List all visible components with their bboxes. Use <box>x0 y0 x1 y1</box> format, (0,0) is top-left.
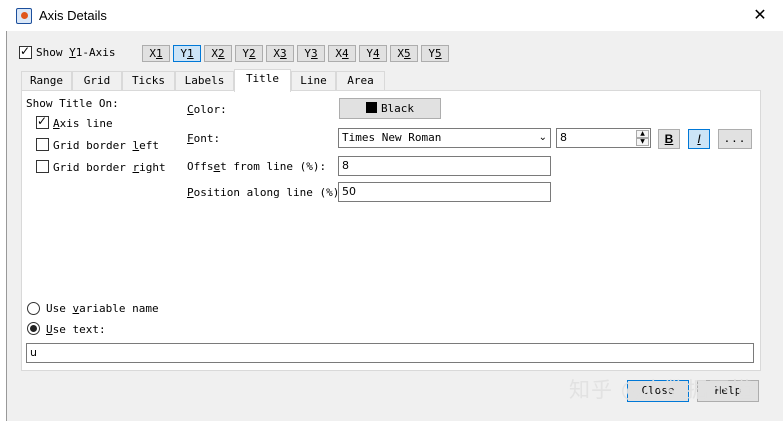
tab-range[interactable]: Range <box>21 71 72 90</box>
window-title: Axis Details <box>39 8 107 23</box>
axis-button-x2[interactable]: X2 <box>204 45 232 62</box>
grid-border-left-checkbox[interactable] <box>36 138 49 151</box>
grid-border-left-label: Grid border left <box>53 139 159 152</box>
italic-button[interactable]: I <box>688 129 710 149</box>
title-text-input[interactable]: u <box>26 343 754 363</box>
font-more-button[interactable]: ... <box>718 129 752 149</box>
font-family-value: Times New Roman <box>342 131 442 144</box>
axis-line-checkbox[interactable] <box>36 114 49 129</box>
axis-button-y2[interactable]: Y2 <box>235 45 263 62</box>
use-variable-name-radio[interactable] <box>27 302 40 315</box>
axis-button-x3[interactable]: X3 <box>266 45 294 62</box>
axis-button-x4[interactable]: X4 <box>328 45 356 62</box>
stepper-down-icon[interactable]: ▼ <box>636 138 649 146</box>
color-value: Black <box>380 102 415 115</box>
font-family-select[interactable]: Times New Roman ⌄ <box>338 128 551 148</box>
use-text-radio[interactable] <box>27 322 40 335</box>
tab-labels[interactable]: Labels <box>175 71 234 90</box>
axis-button-y1[interactable]: Y1 <box>173 45 201 62</box>
axis-button-y5[interactable]: Y5 <box>421 45 449 62</box>
offset-input[interactable]: 8 <box>338 156 551 176</box>
grid-border-right-checkbox[interactable] <box>36 160 49 173</box>
axis-button-x1[interactable]: X1 <box>142 45 170 62</box>
font-label: Font: <box>187 132 221 145</box>
show-axis-checkbox[interactable] <box>19 44 32 59</box>
app-icon <box>16 8 32 24</box>
use-text-label: Use text: <box>46 323 106 336</box>
bold-button[interactable]: B <box>658 129 680 149</box>
tab-title[interactable]: Title <box>234 69 291 92</box>
font-size-stepper[interactable]: 8 ▲ ▼ <box>556 128 651 148</box>
axis-button-y4[interactable]: Y4 <box>359 45 387 62</box>
color-label: Color: <box>187 103 227 116</box>
tab-ticks[interactable]: Ticks <box>122 71 175 90</box>
axis-line-label: Axis line <box>53 117 113 130</box>
tab-grid[interactable]: Grid <box>72 71 122 90</box>
tab-area[interactable]: Area <box>336 71 385 90</box>
chevron-down-icon: ⌄ <box>538 132 547 143</box>
grid-border-right-label: Grid border right <box>53 161 166 174</box>
axis-button-y3[interactable]: Y3 <box>297 45 325 62</box>
show-axis-label: Show Y1-Axis <box>36 46 116 59</box>
stepper-up-icon[interactable]: ▲ <box>636 130 649 138</box>
title-bar <box>6 0 783 31</box>
tab-line[interactable]: Line <box>291 71 336 90</box>
use-variable-name-label: Use variable name <box>46 302 159 315</box>
font-size-value: 8 <box>560 131 567 144</box>
position-input[interactable]: 50 <box>338 182 551 202</box>
position-label: Position along line (%): <box>187 186 346 199</box>
color-button[interactable]: Black <box>339 98 441 119</box>
color-swatch <box>365 102 377 113</box>
offset-label: Offset from line (%): <box>187 160 327 173</box>
watermark: 知乎 @小数据不懂 <box>569 378 753 402</box>
close-window-icon[interactable]: ✕ <box>745 3 775 27</box>
show-title-on-heading: Show Title On: <box>26 97 119 110</box>
axis-button-x5[interactable]: X5 <box>390 45 418 62</box>
